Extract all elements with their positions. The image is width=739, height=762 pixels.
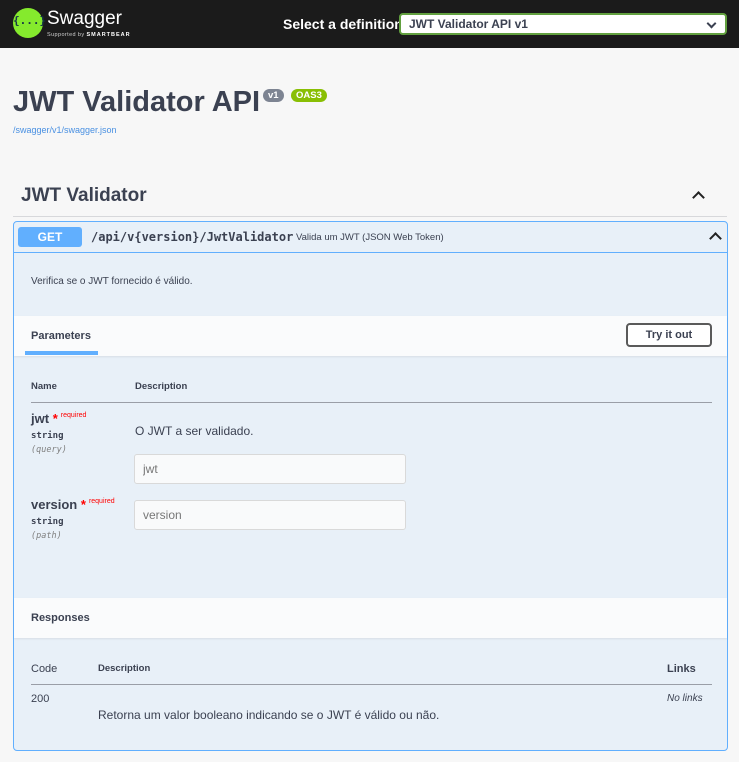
topbar: {...} Swagger Supported by SMARTBEAR Sel…: [0, 0, 739, 48]
param-location: (query): [31, 445, 67, 455]
response-code: 200: [31, 693, 50, 705]
column-header-links: Links: [667, 663, 696, 675]
brand-sub-prefix: Supported by: [47, 32, 85, 38]
required-label: required: [60, 412, 87, 419]
param-location: (path): [31, 531, 62, 541]
param-type: string: [31, 517, 64, 527]
chevron-up-icon[interactable]: [709, 232, 722, 245]
version-badge: v1: [263, 89, 284, 102]
operation-block: GET /api/v{version}/JwtValidator Valida …: [13, 221, 728, 751]
required-label: required: [88, 498, 115, 505]
tag-header[interactable]: JWT Validator: [13, 178, 727, 217]
required-star: *: [52, 411, 58, 426]
logo-glyph: {...}: [13, 14, 47, 27]
operation-path: /api/v{version}/JwtValidator: [91, 230, 294, 244]
operation-summary[interactable]: GET /api/v{version}/JwtValidator Valida …: [14, 222, 727, 253]
param-name-version: version * required: [31, 497, 115, 512]
brand-sub-name: SMARTBEAR: [86, 32, 131, 38]
param-type: string: [31, 431, 64, 441]
try-it-out-button[interactable]: Try it out: [626, 323, 712, 347]
parameters-header: Parameters Try it out: [14, 316, 727, 356]
param-name: jwt: [31, 411, 50, 426]
tab-underline: [25, 351, 98, 355]
response-description: Retorna um valor booleano indicando se o…: [98, 708, 440, 722]
divider: [31, 402, 712, 403]
definition-select[interactable]: JWT Validator API v1: [399, 13, 727, 35]
tag-name: JWT Validator: [21, 185, 147, 206]
jwt-input[interactable]: [134, 454, 406, 484]
column-header-name: Name: [31, 381, 57, 392]
operation-description: Verifica se o JWT fornecido é válido.: [31, 276, 193, 287]
api-title: JWT Validator API: [13, 86, 261, 118]
responses-header: Responses: [14, 598, 727, 638]
operation-summary-text: Valida um JWT (JSON Web Token): [296, 232, 444, 243]
tab-parameters[interactable]: Parameters: [31, 330, 91, 342]
divider: [31, 684, 712, 685]
method-badge: GET: [18, 227, 82, 247]
oas-badge: OAS3: [291, 89, 327, 102]
brand-name[interactable]: Swagger: [47, 8, 122, 30]
column-header-description: Description: [98, 663, 151, 674]
version-input[interactable]: [134, 500, 406, 530]
chevron-down-icon: [706, 18, 717, 29]
required-star: *: [80, 497, 86, 512]
param-description: O JWT a ser validado.: [135, 424, 254, 438]
chevron-up-icon[interactable]: [692, 191, 705, 204]
column-header-code: Code: [31, 663, 58, 675]
response-links: No links: [667, 693, 703, 704]
param-name: version: [31, 497, 78, 512]
column-header-description: Description: [135, 381, 188, 392]
definition-selected-value: JWT Validator API v1: [409, 17, 528, 31]
spec-link[interactable]: /swagger/v1/swagger.json: [13, 125, 117, 135]
param-name-jwt: jwt * required: [31, 411, 86, 426]
definition-label: Select a definition: [283, 16, 403, 32]
responses-title: Responses: [31, 612, 90, 624]
brand-subtitle: Supported by SMARTBEAR: [47, 32, 131, 38]
swagger-logo-icon[interactable]: {...}: [13, 8, 47, 38]
